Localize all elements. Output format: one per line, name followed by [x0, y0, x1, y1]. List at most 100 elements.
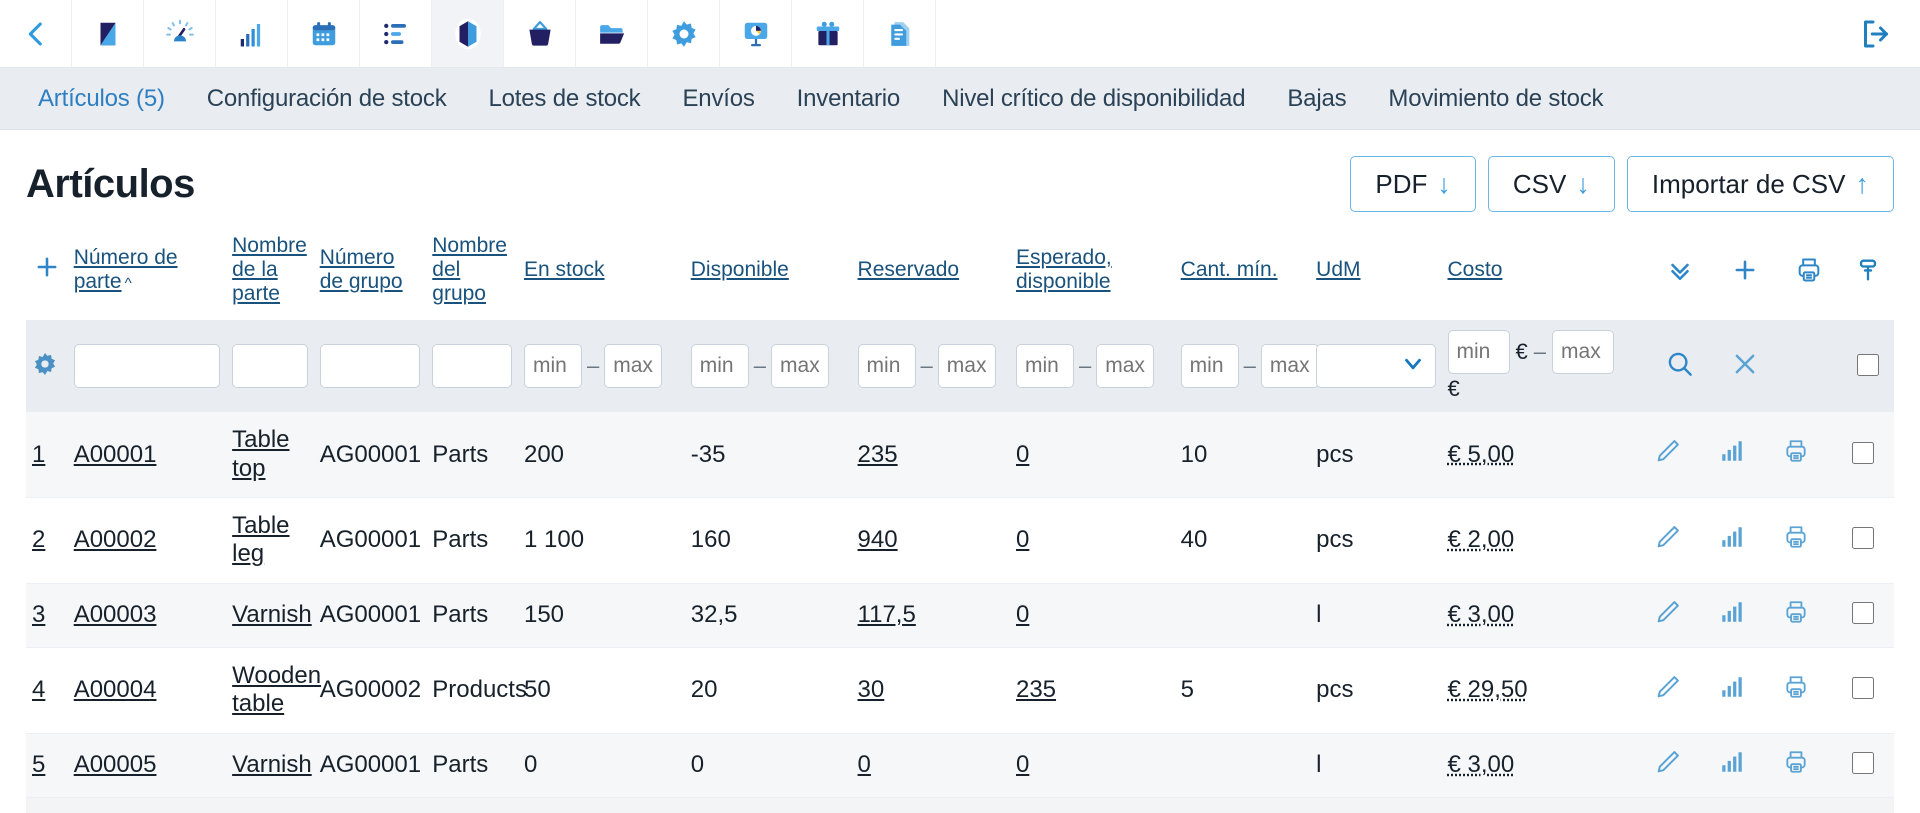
filter-available-max[interactable]: [771, 344, 829, 388]
row-edit-button[interactable]: [1648, 498, 1713, 584]
col-header-part-name[interactable]: Nombre de la parte: [226, 226, 314, 320]
row-chart-button[interactable]: [1713, 498, 1778, 584]
row-edit-button[interactable]: [1648, 412, 1713, 497]
cost-value[interactable]: € 3,00: [1448, 601, 1515, 628]
select-all-checkbox[interactable]: [1857, 354, 1879, 376]
edit-pencil-icon[interactable]: [1654, 437, 1682, 472]
chart-icon[interactable]: [1719, 749, 1745, 782]
tab-configuracion-stock[interactable]: Configuración de stock: [186, 85, 468, 113]
print-icon[interactable]: [1783, 524, 1809, 557]
load-more-cell[interactable]: Cargar más: [26, 797, 1894, 813]
print-icon[interactable]: [1783, 438, 1809, 471]
row-print-button[interactable]: [1777, 583, 1842, 647]
table-row[interactable]: 5 A00005 Varnish AG00001 Parts 0 0 0 0 l…: [26, 733, 1894, 797]
filter-min-qty-min[interactable]: [1181, 344, 1239, 388]
cost-value[interactable]: € 3,00: [1448, 751, 1515, 778]
filter-available-min[interactable]: [691, 344, 749, 388]
filter-part-name-input[interactable]: [232, 344, 308, 388]
table-row[interactable]: 4 A00004 Wooden table AG00002 Products 5…: [26, 647, 1894, 733]
document-icon[interactable]: [864, 0, 936, 67]
edit-pencil-icon[interactable]: [1654, 523, 1682, 558]
print-icon[interactable]: [1795, 256, 1823, 290]
row-edit-button[interactable]: [1648, 733, 1713, 797]
filter-button[interactable]: [1842, 226, 1894, 320]
tab-bajas[interactable]: Bajas: [1266, 85, 1367, 113]
table-row[interactable]: 1 A00001 Table top AG00001 Parts 200 -35…: [26, 412, 1894, 497]
row-checkbox[interactable]: [1852, 602, 1874, 624]
row-print-button[interactable]: [1777, 412, 1842, 497]
tab-movimiento-stock[interactable]: Movimiento de stock: [1367, 85, 1624, 113]
tab-inventario[interactable]: Inventario: [776, 85, 921, 113]
part-number-link[interactable]: A00004: [74, 676, 157, 703]
table-row[interactable]: 3 A00003 Varnish AG00001 Parts 150 32,5 …: [26, 583, 1894, 647]
chart-icon[interactable]: [1719, 599, 1745, 632]
print-all-button[interactable]: [1777, 226, 1842, 320]
tab-envios[interactable]: Envíos: [661, 85, 775, 113]
import-csv-button[interactable]: Importar de CSV ↑: [1627, 156, 1894, 212]
col-header-group-number[interactable]: Número de grupo: [314, 226, 427, 320]
part-number-link[interactable]: A00005: [74, 751, 157, 778]
bar-chart-icon[interactable]: [216, 0, 288, 67]
box-icon[interactable]: [432, 0, 504, 67]
filter-search-button[interactable]: [1648, 320, 1713, 412]
reserved-link[interactable]: 117,5: [858, 601, 916, 628]
presentation-chart-icon[interactable]: [720, 0, 792, 67]
row-checkbox[interactable]: [1852, 677, 1874, 699]
expected-link[interactable]: 0: [1016, 751, 1029, 778]
row-chart-button[interactable]: [1713, 647, 1778, 733]
col-header-available[interactable]: Disponible: [685, 226, 852, 320]
filter-expected-max[interactable]: [1096, 344, 1154, 388]
filter-group-number-input[interactable]: [320, 344, 421, 388]
search-icon[interactable]: [1665, 349, 1695, 384]
row-edit-button[interactable]: [1648, 647, 1713, 733]
add-column-header[interactable]: [26, 226, 68, 320]
part-name-link[interactable]: Table top: [232, 426, 289, 481]
row-index-link[interactable]: 4: [32, 676, 45, 703]
filter-expected-min[interactable]: [1016, 344, 1074, 388]
filter-settings-button[interactable]: [26, 320, 68, 412]
row-checkbox[interactable]: [1852, 442, 1874, 464]
row-chart-button[interactable]: [1713, 733, 1778, 797]
row-checkbox[interactable]: [1852, 752, 1874, 774]
row-print-button[interactable]: [1777, 647, 1842, 733]
collapse-all-button[interactable]: [1648, 226, 1713, 320]
row-index-link[interactable]: 1: [32, 441, 45, 468]
tab-nivel-critico[interactable]: Nivel crítico de disponibilidad: [921, 85, 1266, 113]
collapse-all-icon[interactable]: [1665, 255, 1695, 291]
part-number-link[interactable]: A00002: [74, 526, 157, 553]
col-header-in-stock[interactable]: En stock: [518, 226, 685, 320]
export-csv-button[interactable]: CSV ↓: [1488, 156, 1615, 212]
part-name-link[interactable]: Varnish: [232, 751, 312, 778]
part-name-link[interactable]: Table leg: [232, 512, 289, 567]
add-row-icon[interactable]: [1731, 256, 1759, 290]
filter-in-stock-max[interactable]: [604, 344, 662, 388]
expected-link[interactable]: 0: [1016, 526, 1029, 553]
col-header-uom[interactable]: UdM: [1310, 226, 1441, 320]
filter-cost-min[interactable]: [1448, 330, 1510, 374]
print-icon[interactable]: [1783, 599, 1809, 632]
edit-pencil-icon[interactable]: [1654, 673, 1682, 708]
back-chevron-icon[interactable]: [0, 0, 72, 67]
cost-value[interactable]: € 29,50: [1448, 676, 1528, 703]
filter-icon[interactable]: [1854, 256, 1882, 290]
clear-x-icon[interactable]: [1730, 349, 1760, 384]
expected-link[interactable]: 235: [1016, 676, 1056, 703]
calendar-icon[interactable]: [288, 0, 360, 67]
cost-value[interactable]: € 5,00: [1448, 441, 1515, 468]
gift-icon[interactable]: [792, 0, 864, 67]
part-name-link[interactable]: Wooden table: [232, 662, 321, 717]
filter-clear-button[interactable]: [1713, 320, 1778, 412]
col-header-part-number[interactable]: Número de parte ^: [68, 226, 226, 320]
filter-part-number-input[interactable]: [74, 344, 220, 388]
filter-min-qty-max[interactable]: [1261, 344, 1319, 388]
tab-lotes-stock[interactable]: Lotes de stock: [468, 85, 662, 113]
filter-reserved-min[interactable]: [858, 344, 916, 388]
gear-icon[interactable]: [648, 0, 720, 67]
col-header-group-name[interactable]: Nombre del grupo: [426, 226, 518, 320]
filter-in-stock-min[interactable]: [524, 344, 582, 388]
print-icon[interactable]: [1783, 749, 1809, 782]
filter-reserved-max[interactable]: [938, 344, 996, 388]
dashboard-book-icon[interactable]: [72, 0, 144, 67]
chart-icon[interactable]: [1719, 674, 1745, 707]
edit-pencil-icon[interactable]: [1654, 748, 1682, 783]
